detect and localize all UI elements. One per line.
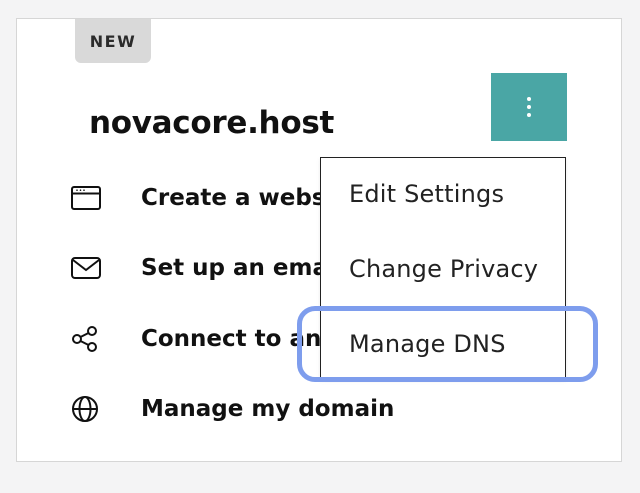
vertical-dots-icon <box>527 97 531 117</box>
action-label: Set up an emai <box>141 255 330 281</box>
more-options-button[interactable] <box>491 73 567 141</box>
menu-item-change-privacy[interactable]: Change Privacy <box>349 255 538 283</box>
menu-item-edit-settings[interactable]: Edit Settings <box>349 180 504 208</box>
envelope-icon <box>70 248 110 288</box>
new-badge: NEW <box>75 19 151 63</box>
globe-icon <box>70 389 110 429</box>
action-create-website[interactable]: Create a websi <box>70 178 330 218</box>
action-label: Create a websi <box>141 185 330 211</box>
domain-title: novacore.host <box>89 105 334 141</box>
highlight-outline <box>297 306 598 382</box>
browser-window-icon <box>70 178 110 218</box>
share-icon <box>70 319 110 359</box>
action-label: Manage my domain <box>141 396 395 422</box>
action-manage-domain[interactable]: Manage my domain <box>70 389 410 429</box>
action-label: Connect to an <box>141 326 322 352</box>
action-setup-email[interactable]: Set up an emai <box>70 248 330 288</box>
action-connect[interactable]: Connect to an <box>70 319 330 359</box>
